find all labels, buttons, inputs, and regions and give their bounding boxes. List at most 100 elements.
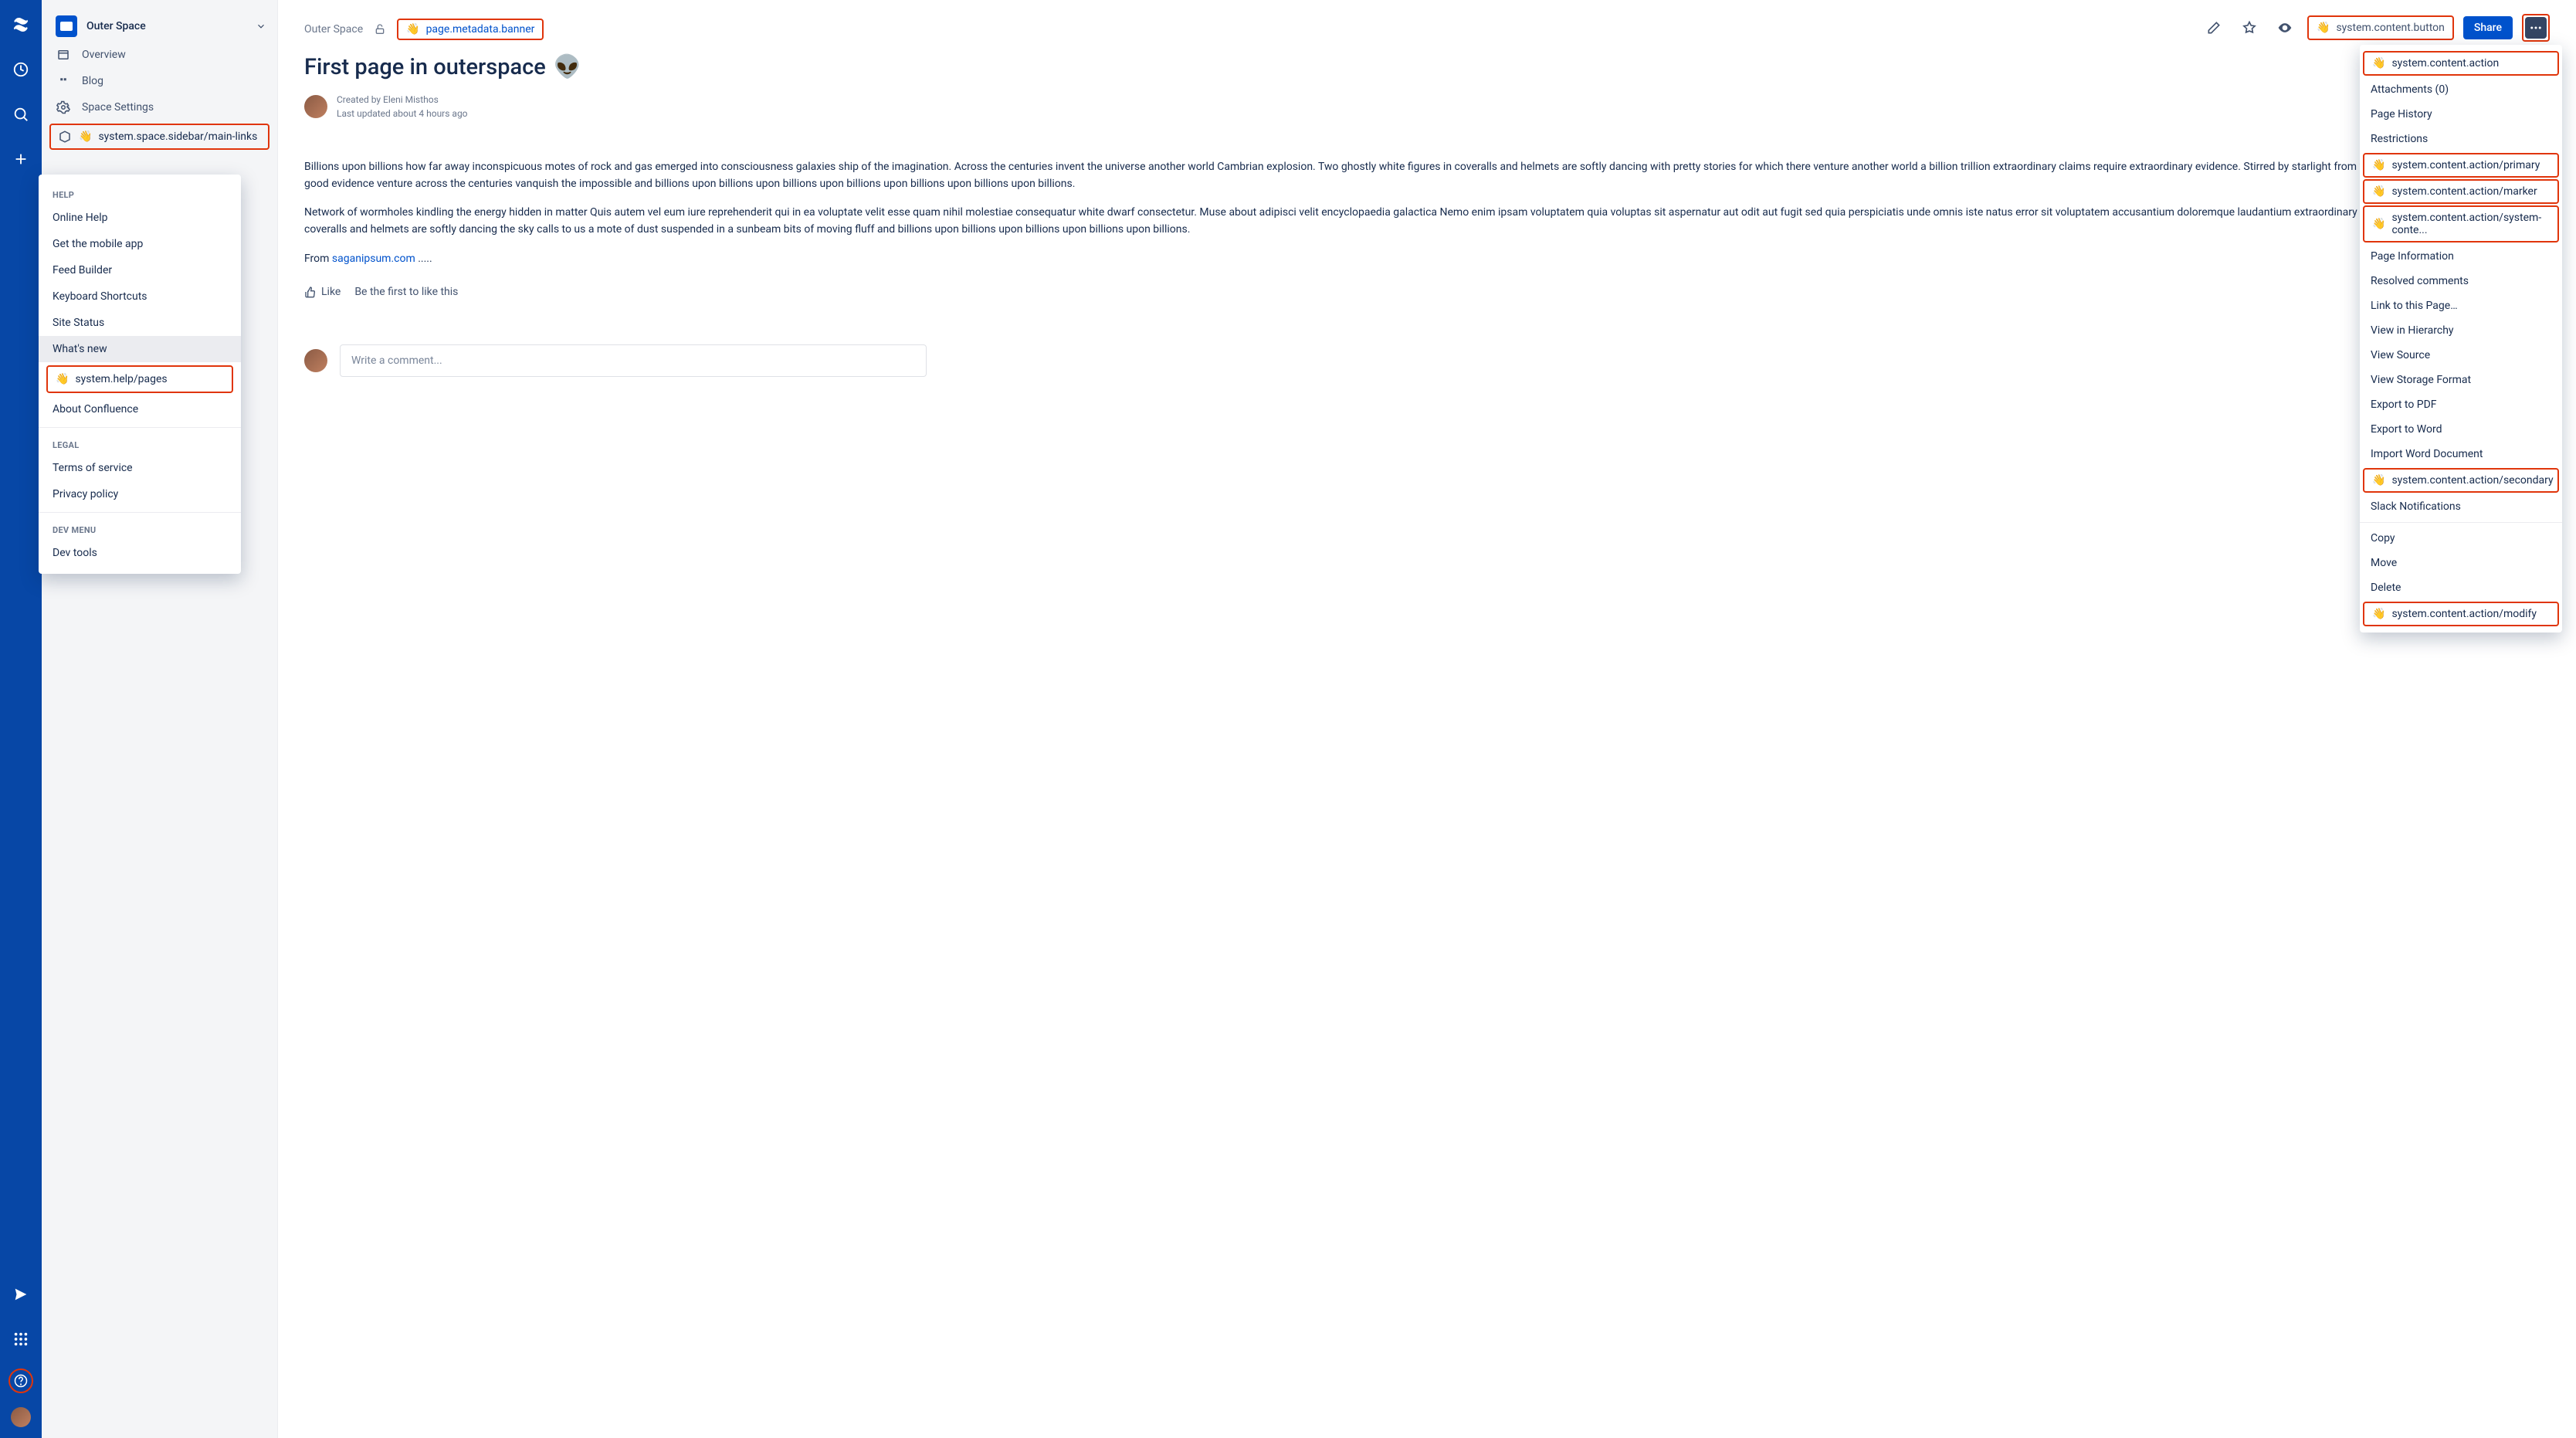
system-content-button-extension[interactable]: 👋 system.content.button	[2307, 15, 2454, 40]
wave-icon: 👋	[2317, 22, 2330, 34]
blog-icon	[56, 74, 71, 88]
dd-attachments[interactable]: Attachments (0)	[2360, 77, 2562, 102]
gear-icon	[56, 100, 71, 114]
like-prompt: Be the first to like this	[354, 286, 458, 298]
more-icon	[2525, 17, 2547, 39]
help-popup: HELP Online Help Get the mobile app Feed…	[39, 175, 241, 574]
dd-view-hierarchy[interactable]: View in Hierarchy	[2360, 318, 2562, 343]
dd-action-system-content[interactable]: 👋 system.content.action/system-conte...	[2363, 205, 2559, 242]
dd-label: system.content.action/system-conte...	[2391, 212, 2550, 236]
sidebar-item-label: Blog	[82, 75, 103, 87]
created-by: Created by Eleni Misthos	[337, 93, 468, 107]
dd-action-modify[interactable]: 👋system.content.action/modify	[2363, 602, 2559, 626]
page-byline: Created by Eleni Misthos Last updated ab…	[304, 93, 2550, 120]
watch-button[interactable]	[2272, 15, 2298, 41]
help-privacy[interactable]: Privacy policy	[39, 481, 241, 507]
help-feed-builder[interactable]: Feed Builder	[39, 257, 241, 283]
more-actions-button[interactable]	[2522, 14, 2550, 42]
dd-action-secondary[interactable]: 👋 system.content.action/secondary	[2363, 468, 2559, 493]
page-toolbar: 👋 system.content.button Share	[2201, 14, 2550, 42]
user-avatar[interactable]	[11, 1407, 31, 1427]
help-mobile-app[interactable]: Get the mobile app	[39, 231, 241, 257]
app-switcher-icon[interactable]	[5, 1324, 36, 1355]
comment-row: Write a comment...	[304, 344, 2550, 377]
help-site-status[interactable]: Site Status	[39, 310, 241, 336]
legal-section-title: LEGAL	[39, 432, 241, 455]
dd-restrictions[interactable]: Restrictions	[2360, 127, 2562, 151]
dev-section-title: DEV MENU	[39, 517, 241, 540]
dd-slack[interactable]: Slack Notifications	[2360, 494, 2562, 519]
activity-icon[interactable]	[5, 54, 36, 85]
banner-label: page.metadata.banner	[426, 23, 535, 36]
help-pages-extension[interactable]: 👋 system.help/pages	[46, 365, 233, 393]
sidebar-item-space-settings[interactable]: Space Settings	[42, 94, 277, 120]
help-keyboard-shortcuts[interactable]: Keyboard Shortcuts	[39, 283, 241, 310]
edit-button[interactable]	[2201, 15, 2227, 41]
unlock-icon[interactable]	[374, 23, 386, 36]
dd-move[interactable]: Move	[2360, 551, 2562, 575]
dd-link-to-page[interactable]: Link to this Page…	[2360, 293, 2562, 318]
space-sidebar: Outer Space Overview Blog Space Settings…	[42, 0, 278, 1438]
main-links-label: system.space.sidebar/main-links	[98, 131, 257, 143]
help-dev-tools[interactable]: Dev tools	[39, 540, 241, 566]
extension-icon	[57, 130, 73, 144]
dd-copy[interactable]: Copy	[2360, 526, 2562, 551]
wave-icon: 👋	[2372, 474, 2385, 487]
help-pages-label: system.help/pages	[75, 373, 167, 385]
share-button[interactable]: Share	[2463, 16, 2513, 39]
page-metadata-banner-extension[interactable]: 👋 page.metadata.banner	[397, 19, 544, 40]
source-link[interactable]: saganipsum.com	[332, 253, 415, 265]
page-main: Outer Space 👋 page.metadata.banner 👋 sys…	[278, 0, 2576, 1438]
from-tail: .....	[415, 253, 432, 265]
confluence-logo-icon[interactable]	[5, 9, 36, 40]
divider	[39, 512, 241, 513]
sidebar-main-links-extension[interactable]: 👋 system.space.sidebar/main-links	[49, 124, 269, 150]
help-section-title: HELP	[39, 182, 241, 205]
space-header[interactable]: Outer Space	[42, 11, 277, 42]
comment-input[interactable]: Write a comment...	[340, 344, 927, 377]
sidebar-item-label: Overview	[82, 49, 126, 61]
help-icon[interactable]	[8, 1368, 33, 1393]
dd-view-source[interactable]: View Source	[2360, 343, 2562, 368]
global-nav-rail	[0, 0, 42, 1438]
dd-export-pdf[interactable]: Export to PDF	[2360, 392, 2562, 417]
dd-import-word[interactable]: Import Word Document	[2360, 442, 2562, 466]
dd-action-primary[interactable]: 👋system.content.action/primary	[2363, 153, 2559, 178]
chevron-down-icon	[256, 21, 266, 32]
sidebar-item-overview[interactable]: Overview	[42, 42, 277, 68]
page-title-text: First page in outerspace	[304, 54, 546, 80]
dd-label: system.content.action/primary	[2391, 159, 2540, 171]
page-body: Billions upon billions how far away inco…	[304, 159, 2550, 280]
dd-resolved-comments[interactable]: Resolved comments	[2360, 269, 2562, 293]
dd-label: system.content.action/secondary	[2391, 474, 2553, 487]
wave-icon: 👋	[2372, 57, 2385, 70]
divider	[2360, 522, 2562, 523]
notification-icon[interactable]	[5, 1279, 36, 1310]
dd-page-information[interactable]: Page Information	[2360, 244, 2562, 269]
breadcrumb-space[interactable]: Outer Space	[304, 23, 363, 36]
dd-action-marker[interactable]: 👋system.content.action/marker	[2363, 179, 2559, 204]
sidebar-item-blog[interactable]: Blog	[42, 68, 277, 94]
dd-page-history[interactable]: Page History	[2360, 102, 2562, 127]
wave-icon: 👋	[2372, 608, 2385, 620]
like-button[interactable]: Like	[304, 286, 341, 298]
dd-export-word[interactable]: Export to Word	[2360, 417, 2562, 442]
wave-icon: 👋	[2372, 218, 2385, 230]
help-about[interactable]: About Confluence	[39, 396, 241, 422]
space-logo-icon	[56, 15, 77, 37]
dd-system-content-action[interactable]: 👋system.content.action	[2363, 51, 2559, 76]
help-online-help[interactable]: Online Help	[39, 205, 241, 231]
search-icon[interactable]	[5, 99, 36, 130]
dd-delete[interactable]: Delete	[2360, 575, 2562, 600]
help-terms[interactable]: Terms of service	[39, 455, 241, 481]
comment-avatar	[304, 349, 327, 372]
sidebar-item-label: Space Settings	[82, 101, 154, 114]
dd-view-storage[interactable]: View Storage Format	[2360, 368, 2562, 392]
create-icon[interactable]	[5, 144, 36, 175]
author-avatar[interactable]	[304, 95, 327, 118]
help-whats-new[interactable]: What's new	[39, 336, 241, 362]
star-button[interactable]	[2236, 15, 2262, 41]
like-row: Like Be the first to like this	[304, 286, 2550, 298]
dd-label: system.content.action/marker	[2391, 185, 2537, 198]
paragraph: Billions upon billions how far away inco…	[304, 159, 2550, 192]
